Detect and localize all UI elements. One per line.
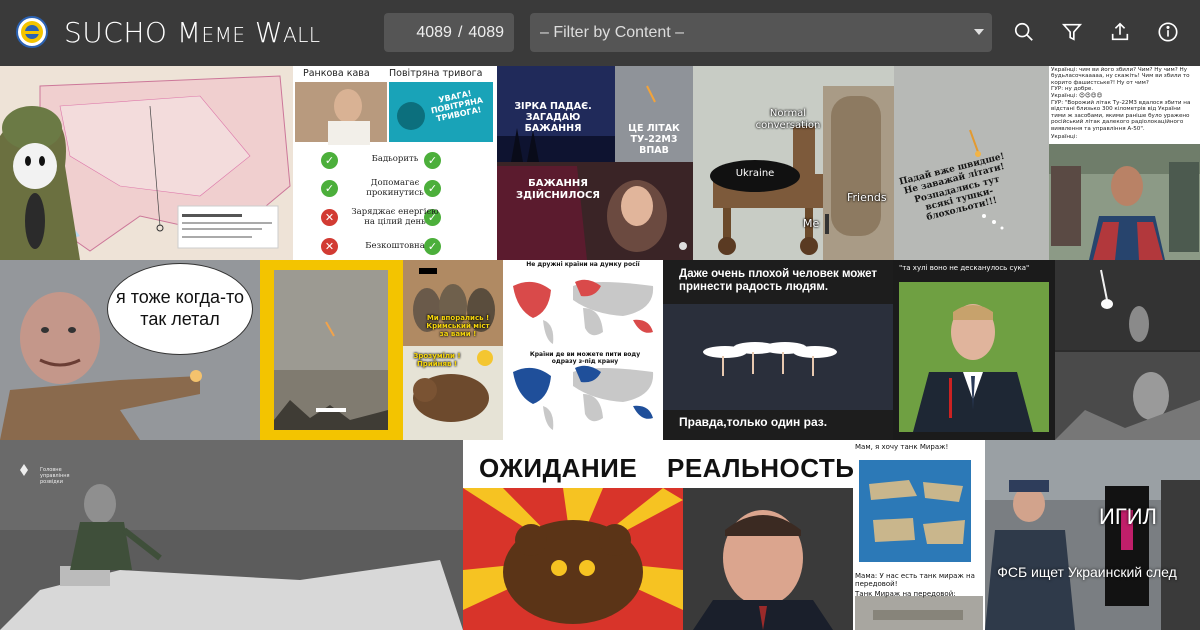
wish-caption: ЗІРКА ПАДАЄ. ЗАГАДАЮ БАЖАННЯ xyxy=(514,101,592,134)
ballet-bottom-caption: Правда,только один раз. xyxy=(679,415,828,429)
trojan-horse-image xyxy=(693,66,894,260)
tank-image xyxy=(855,456,983,630)
speech-bubble: я тоже когда-то так летал xyxy=(107,263,253,355)
sucho-logo-icon xyxy=(21,21,43,43)
sucho-logo[interactable] xyxy=(16,16,48,48)
night-sky-image xyxy=(497,66,693,260)
horse-caption: Ukraine xyxy=(735,168,775,179)
man-photo xyxy=(1049,144,1200,260)
meme-tile-yellow-frame[interactable] xyxy=(260,260,403,440)
intel-watermark: Головне управління розвідки xyxy=(40,467,70,485)
meme-tile-coffee-vs-air-raid[interactable]: Ранкова кава Повітряна тривога УВАГА! ПО… xyxy=(293,66,497,260)
row-label: Безкоштовна xyxy=(365,241,425,251)
cross-icon: ✕ xyxy=(321,238,338,255)
horse-top-caption: Normal conversation xyxy=(755,108,821,131)
row-label: Допомагає прокинутись xyxy=(366,178,424,198)
meme-tile-night-ship[interactable]: Головне управління розвідки xyxy=(0,440,463,630)
framed-sky-image xyxy=(260,260,403,440)
cross-icon: ✕ xyxy=(321,209,338,226)
night-vision-image xyxy=(1055,260,1200,440)
suited-man-photo xyxy=(899,282,1049,432)
meme-tile-beavers[interactable]: Ми впорались ! Кримський міст за вами ! … xyxy=(403,260,503,440)
friends-caption: Friends xyxy=(847,191,887,204)
search-button[interactable] xyxy=(1012,20,1036,44)
wish-granted-caption: БАЖАННЯ ЗДІЙСНИЛОСЯ xyxy=(515,178,601,201)
street-photo xyxy=(985,440,1200,630)
search-icon xyxy=(1014,22,1033,41)
tank-bottom-caption: Танк Мираж на передовой: xyxy=(855,590,956,598)
meme-tile-suited-man[interactable]: "та хулі воно не десканулось сука" xyxy=(893,260,1055,440)
meme-tile-expectation-reality[interactable]: ОЖИДАНИЕ РЕАЛЬНОСТЬ xyxy=(463,440,853,630)
tank-mid-caption: Мама: У нас есть танк мираж на передовой… xyxy=(855,572,975,589)
info-button[interactable] xyxy=(1156,20,1180,44)
meme-tile-map-soldier[interactable] xyxy=(0,66,293,260)
counter-shown: 4089 xyxy=(416,23,452,41)
plane-caption: ЦЕ ЛІТАК ТУ-22М3 ВПАВ xyxy=(628,123,680,156)
check-icon: ✓ xyxy=(321,180,338,197)
app-title: SUCHO Meme Wall xyxy=(64,16,321,49)
beavers-image xyxy=(403,260,503,440)
filter-icon xyxy=(1061,23,1083,41)
meme-tile-star-wish[interactable]: ЗІРКА ПАДАЄ. ЗАГАДАЮ БАЖАННЯ ЦЕ ЛІТАК ТУ… xyxy=(497,66,693,260)
item-counter: 4089 / 4089 xyxy=(384,13,514,52)
filter-button[interactable] xyxy=(1060,20,1084,44)
meme-tile-tweet-man[interactable]: Українці: чим ви його збили? Чим? Ну чим… xyxy=(1049,66,1200,260)
content-filter-select[interactable]: – Filter by Content – xyxy=(530,13,992,52)
meme-tile-night-vision[interactable] xyxy=(1055,260,1200,440)
meme-tile-fsb[interactable]: ИГИЛ ФСБ ищет Украинский след xyxy=(985,440,1200,630)
map-bottom-caption: Країни де ви можете пити воду одразу з-п… xyxy=(529,351,641,365)
counter-total: 4089 xyxy=(468,23,504,41)
meme-tile-trojan-horse[interactable]: Normal conversation Ukraine Friends Me xyxy=(693,66,894,260)
ballet-image xyxy=(663,304,893,410)
meme-tile-tank-mirage[interactable]: Мам, я хочу танк Мираж! Мама: У нас есть… xyxy=(853,440,985,630)
row-label: Бадьорить xyxy=(371,154,419,164)
fsb-top-caption: ИГИЛ xyxy=(1099,504,1157,529)
upload-button[interactable] xyxy=(1108,20,1132,44)
row-label: Заряджає енергією на цілий день xyxy=(351,207,439,227)
meme-tile-world-maps[interactable]: Не дружні країни на думку росії Країни д… xyxy=(503,260,663,440)
upload-icon xyxy=(1111,22,1129,41)
filter-selected-value: – Filter by Content – xyxy=(540,23,685,41)
beaver-top-caption: Ми впорались ! Кримський міст за вами ! xyxy=(426,314,490,339)
expectation-reality-image xyxy=(463,488,853,630)
map-image xyxy=(0,66,293,260)
world-maps-image xyxy=(503,270,663,440)
meme-tile-ballet[interactable]: Даже очень плохой человек может принести… xyxy=(663,260,893,440)
fsb-bottom-caption: ФСБ ищет Украинский след xyxy=(997,564,1177,580)
top-bar: SUCHO Meme Wall 4089 / 4089 – Filter by … xyxy=(0,0,1200,66)
beaver-bottom-caption: Зрозуміли ! Прийняв ! xyxy=(413,352,461,369)
info-icon xyxy=(1158,22,1178,42)
check-icon: ✓ xyxy=(321,152,338,169)
counter-separator: / xyxy=(457,23,463,41)
meme-tile-sky-plane[interactable]: Падай вже швидше! Не заважай літати! Роз… xyxy=(894,66,1049,260)
me-caption: Me xyxy=(803,217,820,230)
meme-tile-flying-man[interactable]: я тоже когда-то так летал xyxy=(0,260,260,440)
chevron-down-icon xyxy=(974,29,984,35)
